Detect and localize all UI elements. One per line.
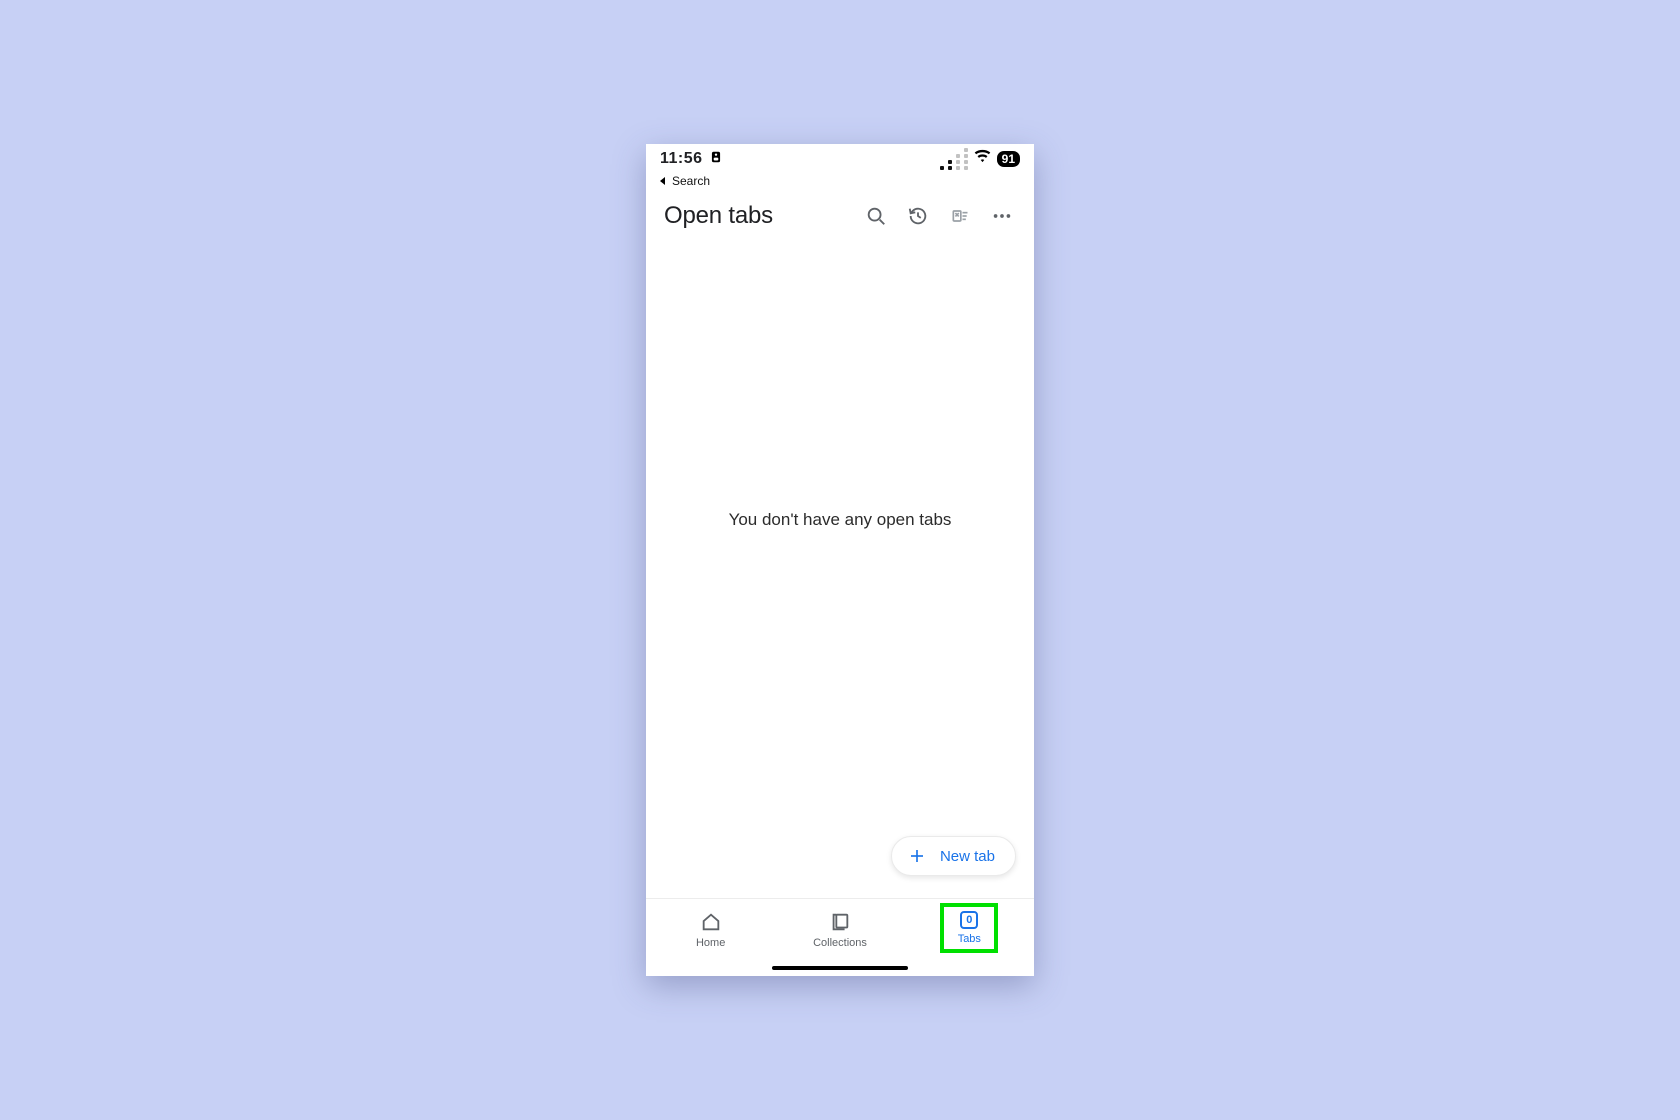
tabs-count-value: 0 <box>966 914 972 926</box>
home-icon <box>700 911 722 933</box>
nav-tabs-label: Tabs <box>958 933 981 945</box>
history-button[interactable] <box>902 200 934 232</box>
collections-icon <box>829 911 851 933</box>
battery-indicator: 91 <box>997 151 1020 167</box>
bottom-nav: Home Collections 0 Tabs <box>646 898 1034 976</box>
search-icon <box>865 205 887 227</box>
status-time: 11:56 <box>660 150 703 168</box>
empty-state-message: You don't have any open tabs <box>729 510 952 530</box>
back-to-search-button[interactable]: Search <box>646 174 1034 190</box>
search-button[interactable] <box>860 200 892 232</box>
nav-tabs[interactable]: 0 Tabs <box>905 905 1034 976</box>
more-button[interactable] <box>986 200 1018 232</box>
nav-home[interactable]: Home <box>646 905 775 976</box>
wifi-icon <box>974 148 991 170</box>
tabs-empty-area: You don't have any open tabs New tab <box>646 242 1034 898</box>
home-indicator[interactable] <box>772 966 908 970</box>
page-header: Open tabs <box>646 190 1034 242</box>
status-bar: 11:56 91 <box>646 144 1034 174</box>
back-label: Search <box>672 174 710 188</box>
page-title: Open tabs <box>664 202 850 230</box>
close-all-icon <box>950 206 970 226</box>
more-horizontal-icon <box>991 205 1013 227</box>
history-icon <box>907 205 929 227</box>
cellular-icon <box>940 148 968 170</box>
back-arrow-icon <box>658 176 668 186</box>
new-tab-label: New tab <box>940 848 995 865</box>
plus-icon <box>908 847 926 865</box>
phone-frame: 11:56 91 Search Open tabs <box>646 144 1034 976</box>
close-all-button[interactable] <box>944 200 976 232</box>
nav-collections-label: Collections <box>813 937 867 949</box>
new-tab-button[interactable]: New tab <box>891 836 1016 876</box>
camera-icon <box>709 150 723 169</box>
tabs-count-icon: 0 <box>960 911 978 929</box>
nav-home-label: Home <box>696 937 725 949</box>
